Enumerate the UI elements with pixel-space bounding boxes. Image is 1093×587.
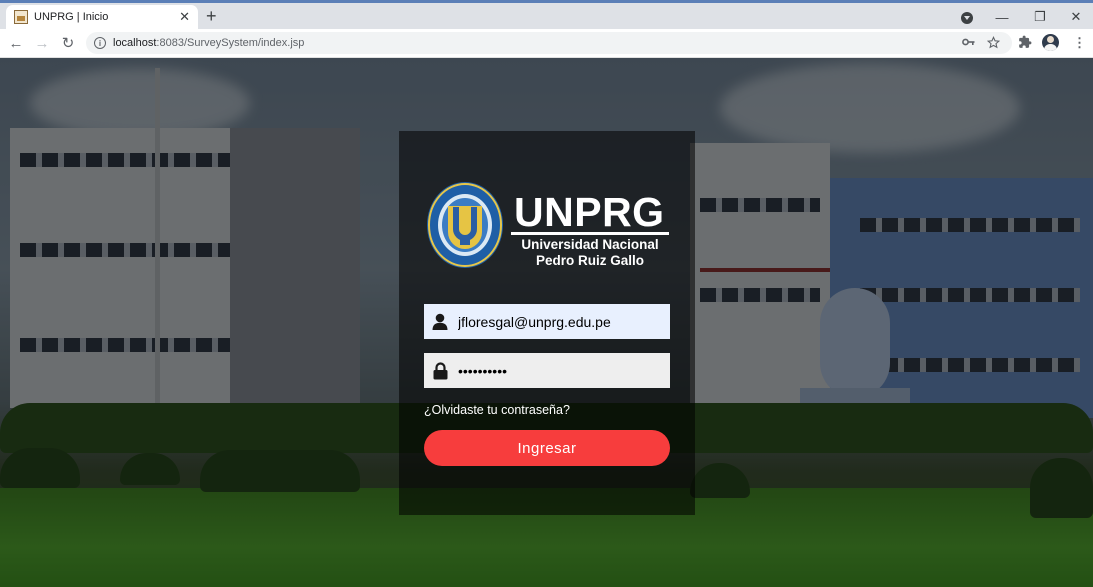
reload-icon[interactable]: ↻: [58, 33, 78, 53]
password-input[interactable]: [456, 353, 670, 388]
brand-title: UNPRG: [514, 189, 665, 235]
login-panel: UNPRG Universidad Nacional Pedro Ruiz Ga…: [399, 131, 695, 515]
brand-divider: [511, 232, 669, 235]
url-text[interactable]: localhost:8083/SurveySystem/index.jsp: [113, 37, 304, 49]
maximize-window-icon[interactable]: ❐: [1028, 6, 1052, 28]
site-info-icon[interactable]: i: [94, 37, 106, 49]
browser-toolbar: ← → ↻ i localhost:8083/SurveySystem/inde…: [0, 29, 1093, 58]
forward-arrow-icon[interactable]: →: [32, 33, 52, 53]
browser-tab[interactable]: UNPRG | Inicio ✕: [6, 5, 198, 29]
key-icon[interactable]: [962, 36, 975, 50]
tab-strip: UNPRG | Inicio ✕ + — ❐ ✕: [0, 3, 1093, 29]
profile-avatar[interactable]: [1042, 34, 1059, 51]
page-favicon-icon: [14, 10, 28, 24]
extensions-icon[interactable]: [1018, 35, 1032, 52]
browser-menu-icon[interactable]: ⋮: [1073, 35, 1086, 51]
close-window-icon[interactable]: ✕: [1064, 6, 1088, 28]
tab-title: UNPRG | Inicio: [34, 11, 109, 23]
star-icon[interactable]: [986, 36, 1001, 52]
tab-close-icon[interactable]: ✕: [179, 9, 190, 25]
forgot-password-link[interactable]: ¿Olvidaste tu contraseña?: [424, 403, 570, 417]
university-seal-logo: [427, 182, 503, 268]
username-input[interactable]: [456, 304, 670, 339]
login-submit-button[interactable]: Ingresar: [424, 430, 670, 466]
username-field[interactable]: [424, 304, 670, 339]
brand-subtitle-line1: Universidad Nacional: [521, 237, 659, 252]
minimize-window-icon[interactable]: —: [990, 6, 1014, 28]
address-bar[interactable]: i localhost:8083/SurveySystem/index.jsp: [86, 32, 1012, 54]
login-page-background: UNPRG Universidad Nacional Pedro Ruiz Ga…: [0, 58, 1093, 587]
back-arrow-icon[interactable]: ←: [6, 33, 26, 53]
media-control-icon[interactable]: [961, 12, 973, 24]
brand-subtitle-line2: Pedro Ruiz Gallo: [535, 253, 644, 268]
new-tab-icon[interactable]: +: [206, 6, 217, 26]
password-field[interactable]: [424, 353, 670, 388]
user-icon: [424, 304, 456, 339]
brand-subtitle: Universidad Nacional Pedro Ruiz Gallo: [511, 237, 669, 269]
lock-icon: [424, 353, 456, 388]
